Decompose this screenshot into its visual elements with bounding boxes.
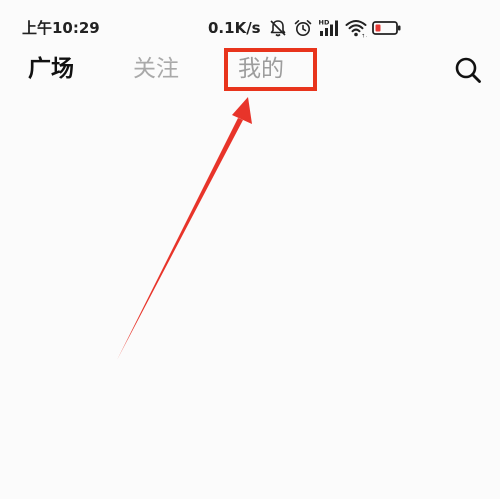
battery-icon (371, 21, 401, 35)
tab-following[interactable]: 关注 (133, 54, 179, 84)
mute-bell-icon (270, 20, 286, 37)
status-bar: 上午10:29 0.1K/s HD ↑ (0, 0, 500, 44)
tab-plaza[interactable]: 广场 (28, 54, 74, 84)
status-time: 上午10:29 (22, 19, 100, 37)
app-screen: 上午10:29 0.1K/s HD ↑ 广场 关注 我的 (0, 0, 500, 499)
wifi-icon: ↑↓ (345, 20, 367, 39)
search-icon[interactable] (452, 54, 484, 86)
network-speed: 0.1K/s (208, 19, 261, 37)
annotation-highlight-box (224, 48, 317, 91)
svg-text:HD: HD (318, 19, 329, 27)
status-icons: 0.1K/s HD ↑ (208, 16, 402, 40)
svg-text:↑↓: ↑↓ (361, 34, 367, 39)
hd-signal-icon: HD (318, 19, 338, 36)
alarm-icon (294, 20, 311, 36)
